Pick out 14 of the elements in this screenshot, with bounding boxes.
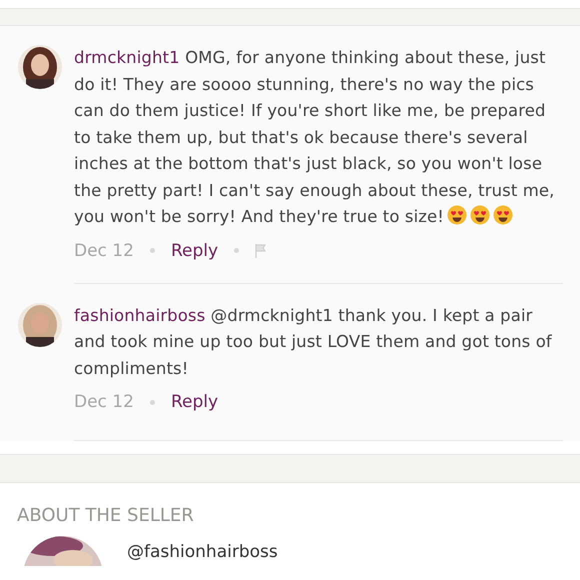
reply-link[interactable]: Reply [170, 392, 218, 412]
username-link[interactable]: fashionhairboss [74, 306, 206, 324]
heart-eyes-emoji-icon [470, 205, 490, 225]
comment-text: fashionhairboss @drmcknight1 thank you. I kept a pair and took mine up too but just LOVE them and got tons of compliments! [74, 304, 553, 380]
comment-text: drmcknight1 OMG, for anyone thinking about these, just do it! They are soooo stunning, there's no way the pics can do them justice! If you're short like me, be prepared to take them up, but that's ok because there's several inches at the bottom that's just black, so you won't lose the pretty part! I can't say enough about these, trust me, you won't be sorry! And they're true to size! [74, 47, 556, 228]
heart-eyes-emoji-icon [447, 205, 468, 225]
seller-handle-link[interactable]: @fashionhairboss [127, 542, 278, 566]
username-link[interactable]: drmcknight1 [74, 48, 180, 67]
section-heading: ABOUT THE SELLER [17, 505, 195, 526]
heart-eyes-emoji-icon [493, 205, 514, 225]
comment-date: Dec 12 [74, 240, 134, 260]
flag-icon[interactable] [255, 244, 268, 258]
comment-date: Dec 12 [74, 392, 134, 412]
reply-link[interactable]: Reply [170, 240, 218, 260]
